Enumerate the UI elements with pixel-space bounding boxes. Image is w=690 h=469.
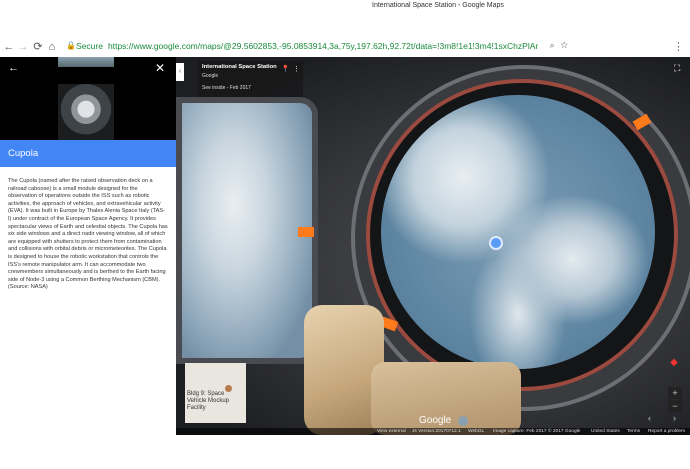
pegman-icon[interactable] (458, 416, 468, 426)
shutter-clip (298, 227, 314, 237)
collapse-panel-button[interactable]: ‹ (176, 63, 184, 81)
place-title: Cupola (8, 148, 39, 159)
place-description: The Cupola (named after the raised obser… (8, 178, 168, 291)
address-bar[interactable]: 🔒 Secure https://www.google.com/maps/@29… (58, 39, 580, 55)
pin-icon[interactable]: 📍 (281, 65, 290, 73)
earth-view (381, 95, 655, 369)
terms-link[interactable]: Terms (627, 428, 640, 435)
zoom-in-button[interactable]: + (668, 387, 682, 399)
browser-toolbar: ← → ⟳ ⌂ 🔒 Secure https://www.google.com/… (0, 37, 690, 58)
webgl-label: WebGL (468, 429, 485, 434)
back-arrow-icon[interactable]: ← (8, 62, 19, 74)
minimap-card[interactable]: Bldg 9: Space Vehicle Mockup Facility (185, 363, 246, 423)
view-external-link[interactable]: View external (377, 428, 406, 435)
streetview-title[interactable]: International Space Station (202, 64, 277, 70)
tab-strip: International Space Station - Google Map… (0, 0, 690, 37)
menu-icon[interactable]: ⋮ (673, 40, 684, 53)
map-footer: View external Js Version:20170712.1 WebG… (176, 428, 690, 435)
close-icon[interactable]: ✕ (155, 61, 165, 75)
zoom-out-button[interactable]: − (668, 400, 682, 412)
js-version: Js Version:20170712.1 (412, 429, 461, 434)
lock-icon: 🔒 (66, 41, 76, 50)
place-panel: ← ✕ Cupola The Cupola (named after the r… (0, 57, 176, 435)
report-problem-link[interactable]: Report a problem (648, 428, 685, 435)
country-link[interactable]: United States (591, 428, 620, 435)
streetview-info-card: International Space Station Google See i… (198, 61, 303, 97)
forward-icon[interactable]: → (16, 40, 30, 54)
back-icon[interactable]: ← (2, 40, 16, 54)
title-bar: Cupola (0, 140, 176, 167)
see-inside-date[interactable]: See inside - Feb 2017 (202, 85, 251, 91)
navigation-target[interactable] (489, 236, 503, 250)
url-actions: ⌕☆ (550, 40, 574, 51)
fullscreen-icon[interactable]: ⛶ (674, 63, 680, 74)
minimap[interactable]: Bldg 9: Space Vehicle Mockup Facility (185, 363, 246, 423)
url-text[interactable]: https://www.google.com/maps/@29.5602853,… (108, 41, 538, 51)
side-window (176, 97, 318, 364)
secure-label: Secure (76, 41, 103, 51)
chevron-right-icon[interactable]: › (673, 413, 676, 423)
streetview-subtitle: Google (202, 73, 219, 79)
photo-thumbnail-top[interactable] (58, 57, 114, 67)
minimap-label: Bldg 9: Space Vehicle Mockup Facility (187, 391, 230, 411)
reload-icon[interactable]: ⟳ (31, 40, 45, 54)
tab-title[interactable]: International Space Station - Google Map… (372, 2, 504, 9)
street-view[interactable]: ‹ International Space Station Google See… (176, 57, 690, 435)
copyright: © 2017 Google (548, 429, 581, 434)
compass-icon[interactable]: ◆ (666, 357, 682, 373)
image-capture: Image capture: Feb 2017 (493, 429, 547, 434)
photo-strip: ← ✕ (0, 57, 176, 140)
home-icon[interactable]: ⌂ (45, 40, 59, 54)
google-logo: Google (419, 415, 452, 426)
more-icon[interactable]: ⋮ (293, 65, 300, 73)
chevron-left-icon[interactable]: ‹ (648, 413, 651, 423)
photo-thumbnail[interactable] (58, 84, 114, 140)
search-icon[interactable]: ⌕ (550, 40, 561, 50)
star-icon[interactable]: ☆ (561, 40, 574, 50)
